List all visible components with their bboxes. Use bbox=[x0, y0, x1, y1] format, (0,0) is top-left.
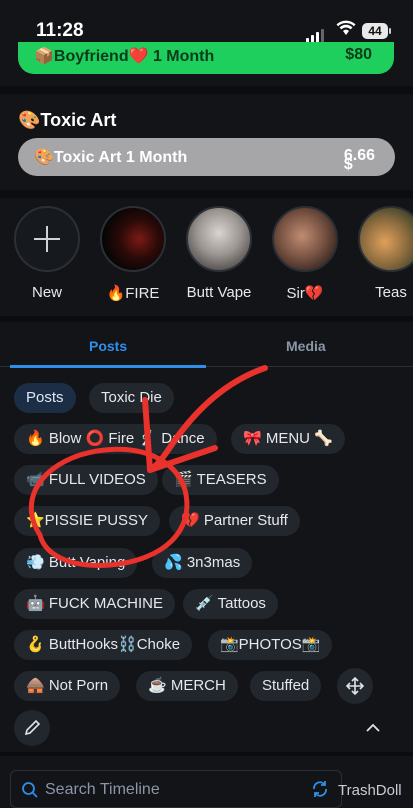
chip-menu[interactable]: 🎀 MENU 🦴 bbox=[231, 424, 345, 454]
status-bar: 11:28 44 bbox=[0, 0, 413, 48]
story-sir[interactable]: Sir💔 bbox=[270, 206, 340, 302]
story-thumbnail bbox=[100, 206, 166, 272]
watermark: TrashDoll bbox=[338, 782, 402, 799]
story-teasers[interactable]: Teas bbox=[356, 206, 413, 301]
add-story-circle[interactable] bbox=[14, 206, 80, 272]
story-label: Teas bbox=[375, 284, 407, 301]
story-fire[interactable]: 🔥FIRE bbox=[98, 206, 168, 302]
pencil-icon bbox=[24, 719, 41, 736]
move-icon bbox=[345, 676, 365, 696]
toxic-art-subscription-button[interactable]: 🎨Toxic Art 1 Month $6.66 bbox=[18, 138, 395, 176]
toxic-art-price: $6.66 bbox=[343, 147, 375, 173]
story-thumbnail bbox=[186, 206, 252, 272]
section-divider bbox=[0, 86, 413, 94]
chip-3n3mas[interactable]: 💦 3n3mas bbox=[152, 548, 253, 578]
active-tab-indicator bbox=[10, 365, 206, 368]
chip-partner-stuff[interactable]: 💔 Partner Stuff bbox=[169, 506, 300, 536]
tab-posts[interactable]: Posts bbox=[89, 338, 127, 354]
subscription-price: $80 bbox=[345, 46, 372, 63]
story-highlights: New 🔥FIRE Butt Vape Sir💔 Teas bbox=[0, 206, 413, 306]
chevron-up-icon[interactable] bbox=[362, 717, 384, 739]
story-label: 🔥FIRE bbox=[106, 285, 160, 302]
story-thumbnail bbox=[272, 206, 338, 272]
search-timeline-input[interactable]: Search Timeline bbox=[10, 770, 342, 808]
toxic-art-heading: 🎨Toxic Art bbox=[18, 110, 117, 130]
chip-fuck-machine[interactable]: 🤖 FUCK MACHINE bbox=[14, 589, 176, 619]
chip-photos[interactable]: 📸PHOTOS📸 bbox=[208, 630, 333, 660]
battery-icon: 44 bbox=[362, 23, 391, 39]
chip-stuffed[interactable]: Stuffed bbox=[250, 671, 322, 701]
reorder-button[interactable] bbox=[337, 668, 373, 704]
section-divider bbox=[0, 752, 413, 756]
search-icon bbox=[22, 782, 38, 798]
chip-teasers[interactable]: 🎬 TEASERS bbox=[162, 465, 279, 495]
subscription-title: 📦Boyfriend❤️ 1 Month bbox=[34, 48, 215, 65]
chip-butthooks-choke[interactable]: 🪝 ButtHooks⛓️Choke bbox=[14, 630, 193, 660]
search-placeholder: Search Timeline bbox=[45, 781, 160, 798]
story-label: Sir💔 bbox=[286, 285, 324, 302]
plus-icon bbox=[34, 226, 60, 252]
toxic-art-label: 🎨Toxic Art 1 Month bbox=[34, 149, 188, 166]
chip-blow-fire-dance[interactable]: 🔥 Blow ⭕ Fire 🕺 Dance bbox=[14, 424, 217, 454]
chip-not-porn[interactable]: 🛖 Not Porn bbox=[14, 671, 121, 701]
chip-toxic-die[interactable]: Toxic Die bbox=[89, 383, 174, 413]
chip-tattoos[interactable]: 💉 Tattoos bbox=[183, 589, 278, 619]
story-butt-vape[interactable]: Butt Vape bbox=[184, 206, 254, 301]
story-label: New bbox=[31, 284, 62, 301]
story-thumbnail bbox=[358, 206, 413, 272]
clock: 11:28 bbox=[36, 20, 84, 41]
tab-media[interactable]: Media bbox=[286, 338, 326, 354]
section-divider bbox=[0, 316, 413, 322]
chip-full-videos[interactable]: 📹 FULL VIDEOS bbox=[14, 465, 158, 495]
chip-butt-vaping[interactable]: 💨 Butt Vaping bbox=[14, 548, 138, 578]
chip-pissie-pussy[interactable]: ⭐PISSIE PUSSY bbox=[14, 506, 161, 536]
boyfriend-subscription-button[interactable]: 📦Boyfriend❤️ 1 Month $80 bbox=[18, 42, 394, 74]
chip-merch[interactable]: ☕ MERCH bbox=[136, 671, 238, 701]
chip-posts[interactable]: Posts bbox=[14, 383, 76, 413]
refresh-icon[interactable] bbox=[310, 780, 330, 798]
section-divider bbox=[0, 190, 413, 198]
wifi-icon bbox=[336, 20, 356, 35]
story-new[interactable]: New bbox=[12, 206, 82, 301]
edit-button[interactable] bbox=[14, 710, 50, 746]
story-label: Butt Vape bbox=[186, 284, 252, 301]
signal-icon bbox=[306, 25, 326, 43]
